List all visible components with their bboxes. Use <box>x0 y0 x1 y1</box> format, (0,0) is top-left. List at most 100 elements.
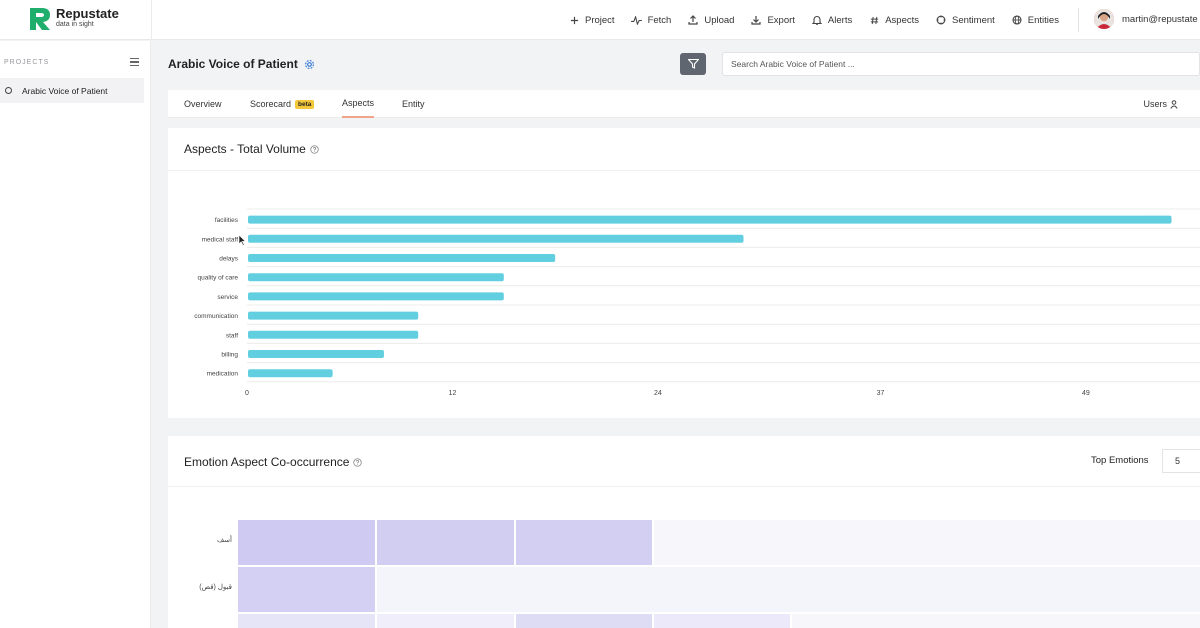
nav-label: Aspects <box>885 14 920 26</box>
brand-name: Repustate <box>56 6 119 21</box>
card-title: Emotion Aspect Co-occurrence <box>184 455 363 469</box>
heatmap-cell[interactable] <box>238 614 375 628</box>
bar[interactable] <box>248 273 504 282</box>
heatmap-cell[interactable] <box>654 614 790 628</box>
mouse-cursor-icon <box>238 234 247 246</box>
heatmap-cell[interactable] <box>377 567 1200 612</box>
heatmap-cell[interactable] <box>516 520 652 565</box>
category-label: medication <box>207 371 239 378</box>
x-tick-label: 49 <box>1082 390 1090 397</box>
top-emotions-label: Top Emotions <box>1091 455 1149 466</box>
bar[interactable] <box>248 369 333 378</box>
category-label: medical staff <box>202 236 239 243</box>
page-title: Arabic Voice of Patient <box>168 57 315 71</box>
nav-label: Fetch <box>647 14 672 26</box>
globe-icon <box>1011 14 1023 26</box>
tab-aspects[interactable]: Aspects <box>342 90 375 118</box>
heatmap-row-label: قبول (قص) <box>199 584 232 591</box>
category-label: communication <box>194 313 238 320</box>
download-icon <box>750 14 762 26</box>
circle-icon <box>5 87 12 94</box>
nav-entities[interactable]: Entities <box>1011 14 1059 26</box>
category-label: billing <box>221 352 238 359</box>
tab-label: Entity <box>402 99 425 109</box>
nav-fetch[interactable]: Fetch <box>631 14 672 26</box>
search-input[interactable]: Search Arabic Voice of Patient ... <box>722 52 1200 76</box>
bar[interactable] <box>248 350 384 358</box>
nav-export[interactable]: Export <box>750 14 795 26</box>
activity-icon <box>631 14 643 26</box>
hash-icon <box>868 14 880 26</box>
bar[interactable] <box>248 330 419 339</box>
sidebar-item-project[interactable]: Arabic Voice of Patient <box>0 78 144 103</box>
tab-bar: Overview Scorecard beta Aspects Entity U… <box>168 90 1200 118</box>
filter-button[interactable] <box>680 53 706 75</box>
divider <box>1078 8 1079 32</box>
category-label: service <box>217 294 238 301</box>
heatmap-row-label: أسف <box>216 537 232 544</box>
nav-aspects[interactable]: Aspects <box>868 14 919 26</box>
heatmap-cell[interactable] <box>792 614 1200 628</box>
nav-label: Export <box>767 14 795 26</box>
brand-logo[interactable]: Repustate data in sight <box>28 6 119 32</box>
bar[interactable] <box>248 234 744 243</box>
users-button[interactable]: Users <box>1143 90 1178 118</box>
aspects-volume-card: Aspects - Total Volume facilities medical… <box>168 128 1200 418</box>
nav-sentiment[interactable]: Sentiment <box>935 14 995 26</box>
hamburger-menu-icon[interactable] <box>130 58 139 67</box>
divider <box>168 486 1200 487</box>
bar[interactable] <box>248 254 556 262</box>
tab-label: Aspects <box>342 98 375 108</box>
bar[interactable] <box>248 215 1172 224</box>
sidebar: PROJECTS Arabic Voice of Patient <box>0 41 151 628</box>
nav-label: Sentiment <box>952 14 995 26</box>
bell-icon <box>811 14 823 26</box>
category-label: staff <box>226 332 238 339</box>
tab-label: Scorecard <box>250 99 292 109</box>
user-icon <box>1170 99 1178 109</box>
heatmap-cell[interactable] <box>377 614 514 628</box>
heatmap-cell[interactable] <box>238 520 375 565</box>
nav-label: Alerts <box>827 14 853 26</box>
nav-label: Upload <box>704 14 735 26</box>
nav-label: Entities <box>1027 14 1059 26</box>
plus-icon <box>568 14 580 26</box>
top-emotions-select[interactable]: 5 <box>1162 449 1200 473</box>
emotion-cooccurrence-card: Emotion Aspect Co-occurrence Top Emotion… <box>168 436 1200 628</box>
sidebar-heading: PROJECTS <box>4 59 50 66</box>
top-navbar: Repustate data in sight Project Fetch Up… <box>0 0 1200 40</box>
page-title-text: Arabic Voice of Patient <box>168 57 298 71</box>
sidebar-item-label: Arabic Voice of Patient <box>22 85 108 96</box>
help-icon[interactable] <box>353 457 363 467</box>
divider <box>151 0 152 40</box>
heatmap-cell[interactable] <box>654 520 1200 565</box>
heatmap-cell[interactable] <box>238 567 375 612</box>
nav-alerts[interactable]: Alerts <box>811 14 852 26</box>
heatmap-cell[interactable] <box>516 614 652 628</box>
category-label: facilities <box>215 217 239 224</box>
tab-overview[interactable]: Overview <box>184 90 222 118</box>
users-label: Users <box>1143 99 1167 109</box>
main-nav: Project Fetch Upload Export Alerts Aspec… <box>568 0 1075 40</box>
bar[interactable] <box>248 292 504 301</box>
category-label: delays <box>219 256 239 263</box>
user-email: martin@repustate <box>1122 13 1198 25</box>
x-tick-label: 12 <box>449 390 457 397</box>
x-tick-label: 37 <box>877 390 885 397</box>
heatmap-cell[interactable] <box>377 520 514 565</box>
nav-project[interactable]: Project <box>568 14 615 26</box>
x-tick-label: 24 <box>654 390 662 397</box>
x-tick-label: 0 <box>245 390 249 397</box>
gear-icon[interactable] <box>304 59 315 70</box>
tab-scorecard[interactable]: Scorecard beta <box>250 90 315 118</box>
tab-entity[interactable]: Entity <box>402 90 425 118</box>
category-label: quality of care <box>198 275 239 282</box>
sentiment-icon <box>935 14 947 26</box>
upload-icon <box>687 14 699 26</box>
avatar <box>1094 9 1114 29</box>
heatmap <box>238 520 1200 628</box>
nav-upload[interactable]: Upload <box>687 14 734 26</box>
bar[interactable] <box>248 311 419 320</box>
beta-badge: beta <box>295 99 315 109</box>
user-menu[interactable]: martin@repustate <box>1094 9 1198 29</box>
